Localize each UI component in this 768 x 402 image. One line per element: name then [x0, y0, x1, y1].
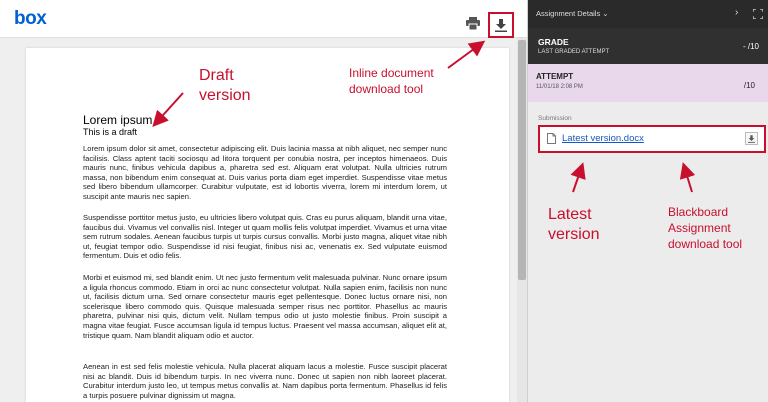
attempt-score: /10	[743, 81, 755, 90]
attempt-label: ATTEMPT	[536, 72, 574, 81]
document-viewer: box Lorem ipsum This is a draft Lorem ip…	[0, 0, 527, 402]
doc-subtitle: This is a draft	[83, 127, 138, 137]
print-icon[interactable]	[466, 17, 480, 30]
grade-sublabel: LAST GRADED ATTEMPT	[538, 49, 610, 55]
submission-file-link[interactable]: Latest version.docx	[562, 133, 644, 144]
inline-download-button[interactable]	[488, 12, 514, 38]
assignment-details-dropdown[interactable]: Assignment Details ⌄	[536, 9, 609, 18]
grade-section: GRADE LAST GRADED ATTEMPT - /10	[528, 28, 768, 64]
document-page: Lorem ipsum This is a draft Lorem ipsum …	[26, 48, 509, 402]
doc-paragraph: Suspendisse porttitor metus justo, eu ul…	[83, 213, 447, 261]
viewer-toolbar: box	[0, 0, 527, 38]
grade-label: GRADE	[538, 37, 569, 47]
attempt-row[interactable]: ATTEMPT 11/01/18 2:08 PM /10	[528, 64, 768, 102]
chevron-right-icon[interactable]: ›	[735, 7, 738, 18]
annotation-latest-version: Latest version	[548, 206, 600, 243]
viewer-scrollbar[interactable]	[517, 38, 527, 402]
doc-paragraph: Lorem ipsum dolor sit amet, consectetur …	[83, 144, 447, 201]
submission-file: Latest version.docx	[538, 125, 766, 153]
doc-title: Lorem ipsum	[83, 113, 153, 127]
doc-paragraph: Morbi et euismod mi, sed blandit enim. U…	[83, 273, 447, 340]
annotation-blackboard-download: Blackboard Assignment download tool	[668, 205, 743, 251]
download-icon	[495, 18, 507, 32]
attempt-date: 11/01/18 2:08 PM	[536, 84, 583, 90]
annotation-draft-version: Draft version	[199, 67, 251, 104]
grade-value[interactable]: - /10	[743, 42, 759, 51]
scroll-thumb[interactable]	[518, 40, 526, 280]
download-icon	[748, 134, 755, 143]
box-logo: box	[14, 8, 47, 29]
expand-icon[interactable]	[753, 9, 763, 19]
panel-header: Assignment Details ⌄ ›	[528, 0, 768, 28]
file-download-button[interactable]	[745, 132, 758, 145]
file-icon	[547, 133, 556, 144]
annotation-inline-download: Inline document download tool	[349, 66, 434, 96]
submission-label: Submission	[538, 115, 572, 122]
doc-paragraph: Aenean in est sed felis molestie vehicul…	[83, 362, 447, 400]
assignment-panel: Assignment Details ⌄ › GRADE LAST GRADED…	[527, 0, 768, 402]
